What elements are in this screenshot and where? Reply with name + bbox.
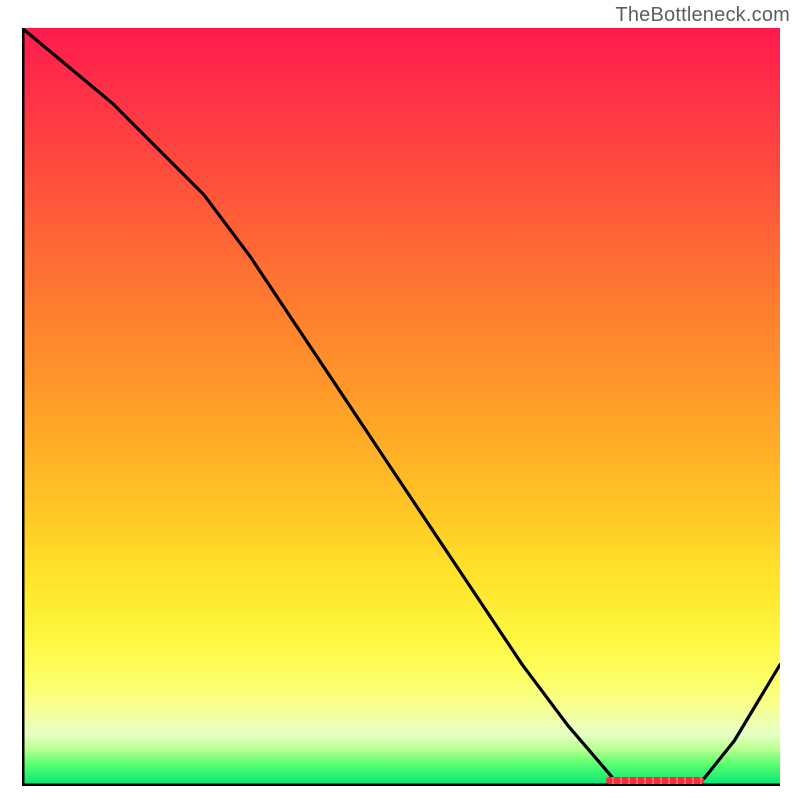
optimal-range-marker — [606, 777, 705, 784]
chart-svg — [22, 28, 780, 786]
plot-area — [22, 28, 780, 786]
attribution-label: TheBottleneck.com — [615, 4, 790, 27]
chart-container: TheBottleneck.com — [0, 0, 800, 800]
bottleneck-curve — [22, 28, 780, 786]
